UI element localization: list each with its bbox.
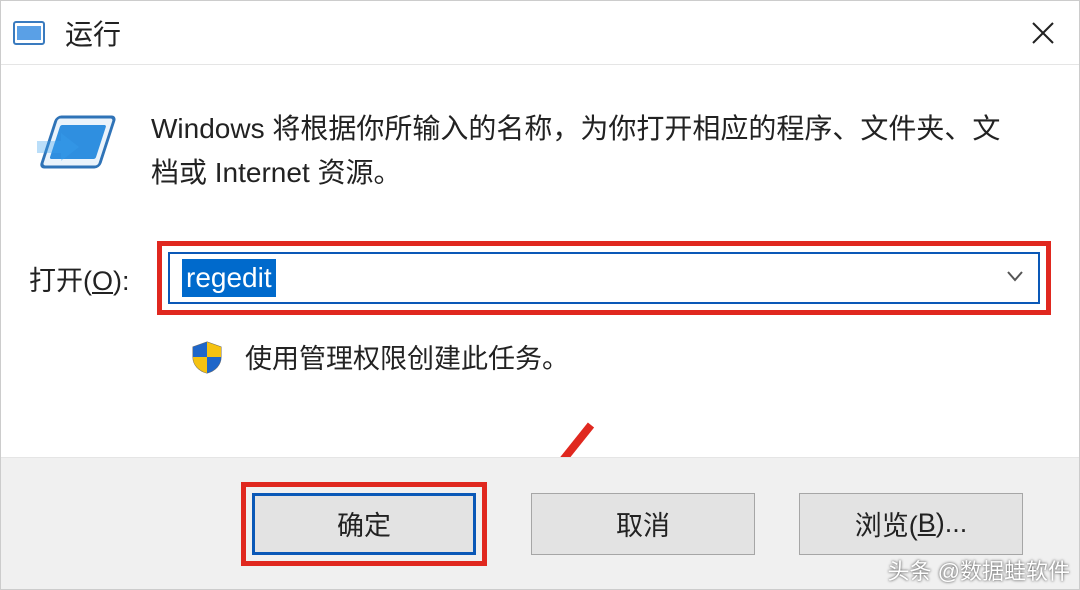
- run-dialog: 运行 Windows 将根据你所输入的名称，为你打开相应的程序、文件夹、文档或 …: [0, 0, 1080, 590]
- open-label: 打开(O):: [29, 259, 157, 298]
- ok-button-highlight: 确定: [241, 482, 487, 566]
- close-icon: [1030, 20, 1056, 46]
- admin-note-text: 使用管理权限创建此任务。: [245, 337, 569, 376]
- chevron-down-icon[interactable]: [1004, 265, 1026, 292]
- watermark-text: 头条 @数据蛙软件: [888, 554, 1070, 586]
- dialog-title: 运行: [65, 13, 1019, 53]
- open-row: 打开(O): regedit: [29, 241, 1051, 315]
- ok-button[interactable]: 确定: [252, 493, 476, 555]
- open-input-highlight: regedit: [157, 241, 1051, 315]
- admin-note-row: 使用管理权限创建此任务。: [189, 337, 1051, 376]
- description-row: Windows 将根据你所输入的名称，为你打开相应的程序、文件夹、文档或 Int…: [29, 107, 1051, 195]
- cancel-button[interactable]: 取消: [531, 493, 755, 555]
- dialog-content: Windows 将根据你所输入的名称，为你打开相应的程序、文件夹、文档或 Int…: [1, 65, 1079, 457]
- open-combobox[interactable]: regedit: [168, 252, 1040, 304]
- run-app-icon: [13, 19, 47, 47]
- browse-button[interactable]: 浏览(B)...: [799, 493, 1023, 555]
- close-button[interactable]: [1019, 9, 1067, 57]
- description-text: Windows 将根据你所输入的名称，为你打开相应的程序、文件夹、文档或 Int…: [151, 107, 1011, 195]
- open-input-value: regedit: [182, 259, 276, 297]
- uac-shield-icon: [189, 339, 225, 375]
- run-large-icon: [33, 111, 117, 181]
- titlebar: 运行: [1, 1, 1079, 65]
